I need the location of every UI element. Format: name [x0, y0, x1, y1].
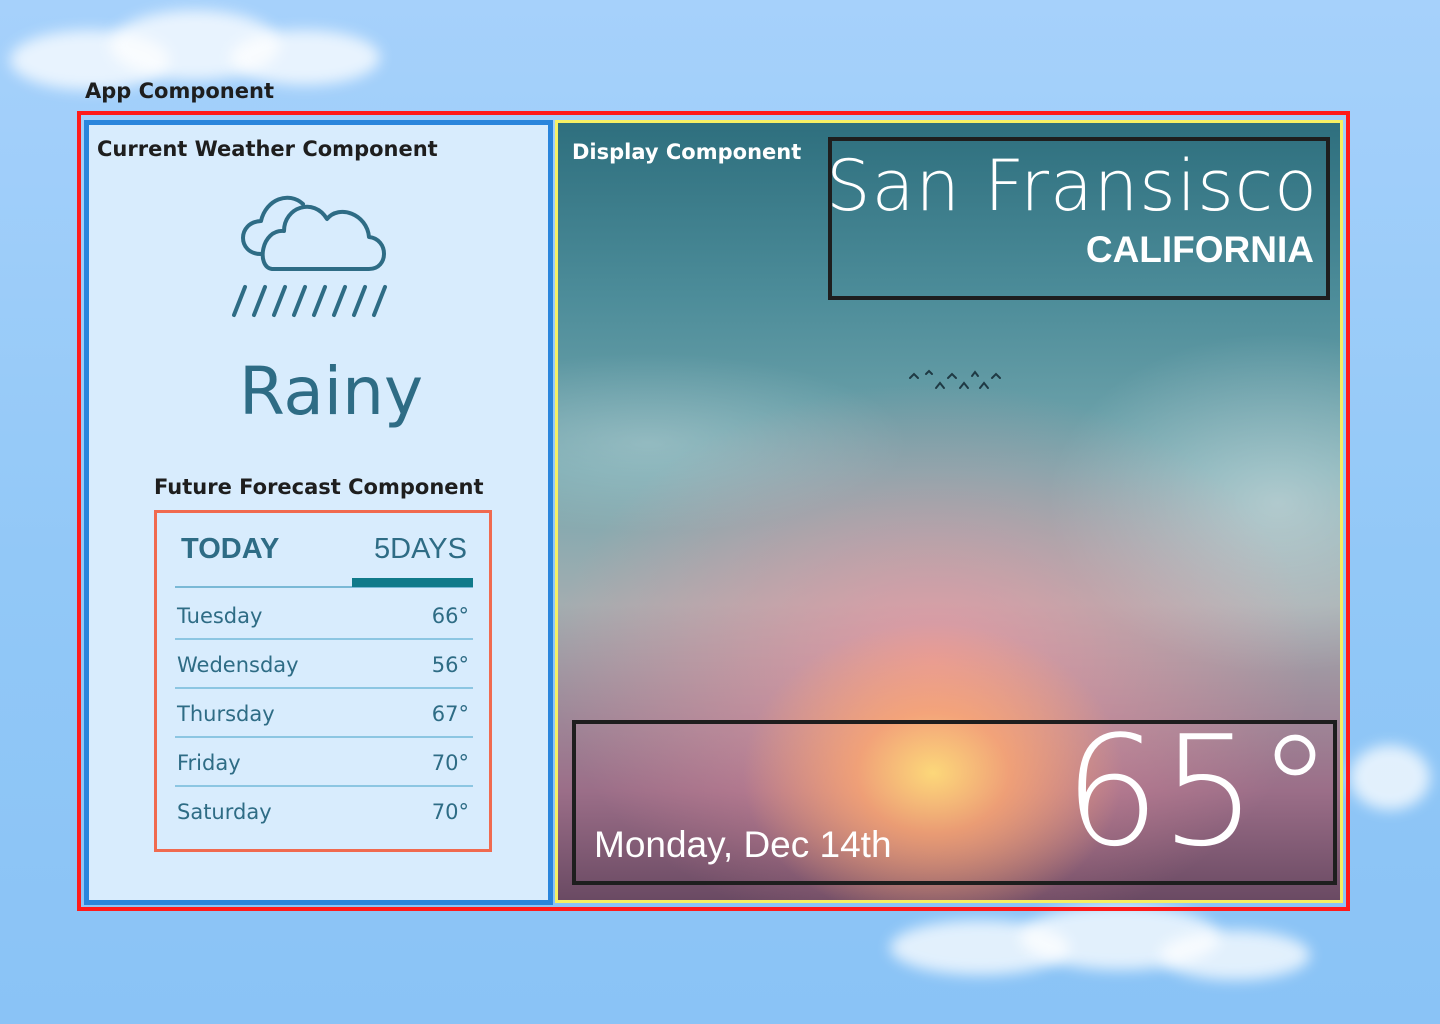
forecast-row: Wedensday 56°	[175, 640, 473, 689]
forecast-temp: 66°	[431, 604, 469, 628]
app-component-label: App Component	[85, 79, 274, 103]
current-weather-label: Current Weather Component	[97, 137, 438, 161]
current-date: Monday, Dec 14th	[594, 824, 892, 865]
forecast-temp: 70°	[431, 800, 469, 824]
display-component-label: Display Component	[572, 140, 802, 164]
active-tab-indicator	[352, 578, 473, 587]
forecast-list: Tuesday 66° Wedensday 56° Thursday 67° F…	[175, 591, 473, 836]
future-forecast-label: Future Forecast Component	[154, 475, 484, 499]
bg-cloud	[1350, 745, 1430, 810]
weather-condition: Rainy	[238, 353, 424, 430]
forecast-day: Saturday	[177, 800, 272, 824]
forecast-day: Friday	[177, 751, 241, 775]
forecast-temp: 56°	[431, 653, 469, 677]
date-temperature-box: Monday, Dec 14th 65°	[572, 716, 1337, 885]
city-name: San Fransisco	[826, 145, 1318, 227]
bg-cloud	[1160, 930, 1310, 980]
birds-icon	[909, 369, 1001, 389]
location-box: San Fransisco CALIFORNIA	[826, 137, 1330, 300]
state-name: CALIFORNIA	[1085, 229, 1314, 270]
display-component: Display Component San Fransisco CALIFORN…	[555, 120, 1343, 903]
forecast-temp: 67°	[431, 702, 469, 726]
forecast-day: Wedensday	[177, 653, 299, 677]
future-forecast-component: TODAY 5DAYS Tuesday 66° Wedensday 56° Th…	[154, 510, 492, 852]
forecast-row: Tuesday 66°	[175, 591, 473, 640]
forecast-temp: 70°	[431, 751, 469, 775]
forecast-row: Thursday 67°	[175, 689, 473, 738]
bg-cloud	[230, 30, 380, 85]
forecast-day: Tuesday	[177, 604, 263, 628]
forecast-day: Thursday	[177, 702, 275, 726]
forecast-row: Saturday 70°	[175, 787, 473, 836]
forecast-row: Friday 70°	[175, 738, 473, 787]
current-temperature: 65°	[1063, 703, 1333, 880]
tab-5days[interactable]: 5DAYS	[374, 533, 467, 566]
rain-cloud-icon	[232, 195, 387, 317]
tab-today[interactable]: TODAY	[181, 533, 279, 566]
